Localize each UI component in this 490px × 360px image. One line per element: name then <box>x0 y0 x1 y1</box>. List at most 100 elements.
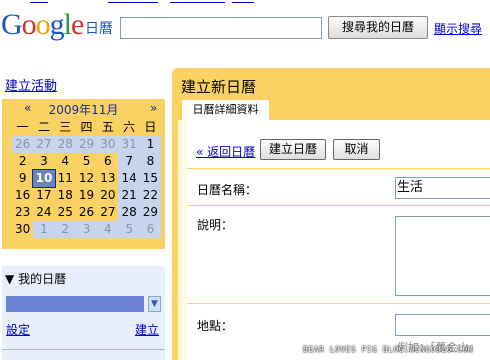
day-cell[interactable]: 5 <box>118 221 140 238</box>
divider <box>187 168 490 169</box>
create-calendar-button[interactable]: 建立日曆 <box>260 139 326 160</box>
day-cell[interactable]: 1 <box>33 221 55 238</box>
location-label: 地點： <box>197 319 234 333</box>
day-cell[interactable]: 13 <box>97 170 118 187</box>
day-cell[interactable]: 30 <box>97 136 119 153</box>
day-cell[interactable]: 18 <box>55 187 76 204</box>
day-cell[interactable]: 5 <box>76 153 97 170</box>
week-row: 9 10 11 12 13 14 15 <box>12 169 172 188</box>
calendar-name-label: 日曆名稱： <box>197 183 258 197</box>
tab-calendar-details[interactable]: 日曆詳細資料 <box>182 100 269 120</box>
day-cell[interactable]: 28 <box>118 204 140 221</box>
settings-link[interactable]: 設定 <box>6 321 30 338</box>
back-to-calendar-link[interactable]: « 返回日曆 <box>196 143 255 160</box>
day-cell[interactable]: 3 <box>75 221 98 238</box>
day-cell[interactable]: 6 <box>139 221 162 238</box>
divider <box>187 205 490 206</box>
day-cell[interactable]: 30 <box>12 221 33 238</box>
calendar-list-item[interactable] <box>6 296 144 312</box>
search-calendars-button[interactable]: 搜尋我的日曆 <box>328 16 428 39</box>
day-cell[interactable]: 15 <box>139 170 162 187</box>
logo-letter: o <box>35 8 51 41</box>
day-cell[interactable]: 22 <box>139 187 162 204</box>
day-cell[interactable]: 27 <box>97 204 118 221</box>
weekday-label: 四 <box>80 120 93 134</box>
day-cell[interactable]: 23 <box>12 204 33 221</box>
day-cell[interactable]: 25 <box>55 204 76 221</box>
weekday-label: 二 <box>37 120 50 134</box>
day-cell[interactable]: 2 <box>54 221 76 238</box>
logo-letter: e <box>71 8 84 41</box>
day-cell[interactable]: 19 <box>76 187 97 204</box>
next-month-button[interactable]: » <box>150 101 157 115</box>
day-cell[interactable]: 24 <box>33 204 54 221</box>
day-cell[interactable]: 3 <box>33 153 54 170</box>
description-field[interactable] <box>395 216 490 296</box>
my-calendars-box: ▼ 我的日曆 ▼ 設定 建立 <box>2 266 165 360</box>
day-cell[interactable]: 9 <box>12 170 33 187</box>
day-cell[interactable]: 16 <box>12 187 33 204</box>
day-cell[interactable]: 4 <box>97 221 119 238</box>
weekday-label: 一 <box>16 120 29 134</box>
top-link[interactable] <box>30 0 48 3</box>
day-cell[interactable]: 26 <box>76 204 97 221</box>
logo-letter: g <box>49 8 65 41</box>
day-cell[interactable]: 4 <box>55 153 76 170</box>
top-link[interactable] <box>108 0 158 3</box>
week-row: 16 17 18 19 20 21 22 <box>12 187 172 204</box>
day-cell[interactable]: 17 <box>33 187 54 204</box>
product-name: 日曆 <box>85 21 113 37</box>
mini-calendar-header: 2009年11月 « » <box>2 101 165 117</box>
watermark: BEAR LOVES PIG BLOG.WINGO826.COM <box>303 345 474 354</box>
weekday-label: 日 <box>144 120 157 134</box>
top-link[interactable] <box>232 0 254 3</box>
create-event-link[interactable]: 建立活動 <box>5 75 57 94</box>
day-cell[interactable]: 11 <box>55 170 76 187</box>
day-cell[interactable]: 27 <box>33 136 55 153</box>
calendar-name-field[interactable]: 生活 <box>395 177 490 199</box>
week-row: 23 24 25 26 27 28 29 <box>12 204 172 221</box>
show-search-options-link[interactable]: 顯示搜尋 <box>434 20 482 37</box>
panel-header: 建立新日曆 <box>172 68 490 100</box>
day-cell[interactable]: 10 <box>32 169 56 188</box>
my-calendars-header[interactable]: ▼ 我的日曆 <box>5 270 66 287</box>
week-row: 26 27 28 29 30 31 1 <box>12 136 172 153</box>
day-cell[interactable]: 12 <box>76 170 97 187</box>
day-cell[interactable]: 29 <box>75 136 98 153</box>
mini-calendar: 2009年11月 « » 一二三四五六日 26 27 28 29 30 31 1 2 3 4 5 6 7 8… <box>2 99 165 249</box>
day-cell[interactable]: 20 <box>97 187 118 204</box>
day-cell[interactable]: 8 <box>139 153 162 170</box>
weekday-row: 一二三四五六日 <box>12 119 172 136</box>
chevron-down-icon[interactable]: ▼ <box>148 296 161 312</box>
google-logo[interactable]: Google <box>1 8 84 42</box>
day-cell[interactable]: 2 <box>12 153 33 170</box>
create-calendar-link[interactable]: 建立 <box>135 321 159 338</box>
divider <box>187 303 490 304</box>
day-cell[interactable]: 31 <box>118 136 140 153</box>
weekday-label: 六 <box>123 120 136 134</box>
prev-month-button[interactable]: « <box>24 101 31 115</box>
top-link[interactable] <box>170 0 225 3</box>
logo-letter: l <box>63 8 72 41</box>
week-row: 2345678 <box>12 153 172 170</box>
location-field[interactable] <box>395 314 490 336</box>
top-links-strip <box>0 0 490 5</box>
day-cell[interactable]: 14 <box>118 170 140 187</box>
description-label: 說明： <box>197 218 234 232</box>
logo-letter: G <box>1 8 23 41</box>
day-cell[interactable]: 29 <box>139 204 162 221</box>
weekday-label: 三 <box>59 120 72 134</box>
search-input[interactable] <box>120 17 322 39</box>
collapse-triangle-icon: ▼ <box>5 272 15 286</box>
day-cell[interactable]: 1 <box>139 136 162 153</box>
week-row: 30 1 2 3 4 5 6 <box>12 221 172 238</box>
day-cell[interactable]: 21 <box>118 187 140 204</box>
my-calendars-title: 我的日曆 <box>18 272 67 286</box>
day-cell[interactable]: 6 <box>97 153 118 170</box>
cancel-button[interactable]: 取消 <box>333 139 380 160</box>
day-cell[interactable]: 28 <box>54 136 76 153</box>
day-cell[interactable]: 7 <box>118 153 140 170</box>
mini-calendar-grid: 一二三四五六日 26 27 28 29 30 31 1 2 3 4 5 6 7 8 9 10 11 12 13 14 15… <box>12 119 172 238</box>
day-cell[interactable]: 26 <box>12 136 34 153</box>
logo-letter: o <box>21 8 37 41</box>
